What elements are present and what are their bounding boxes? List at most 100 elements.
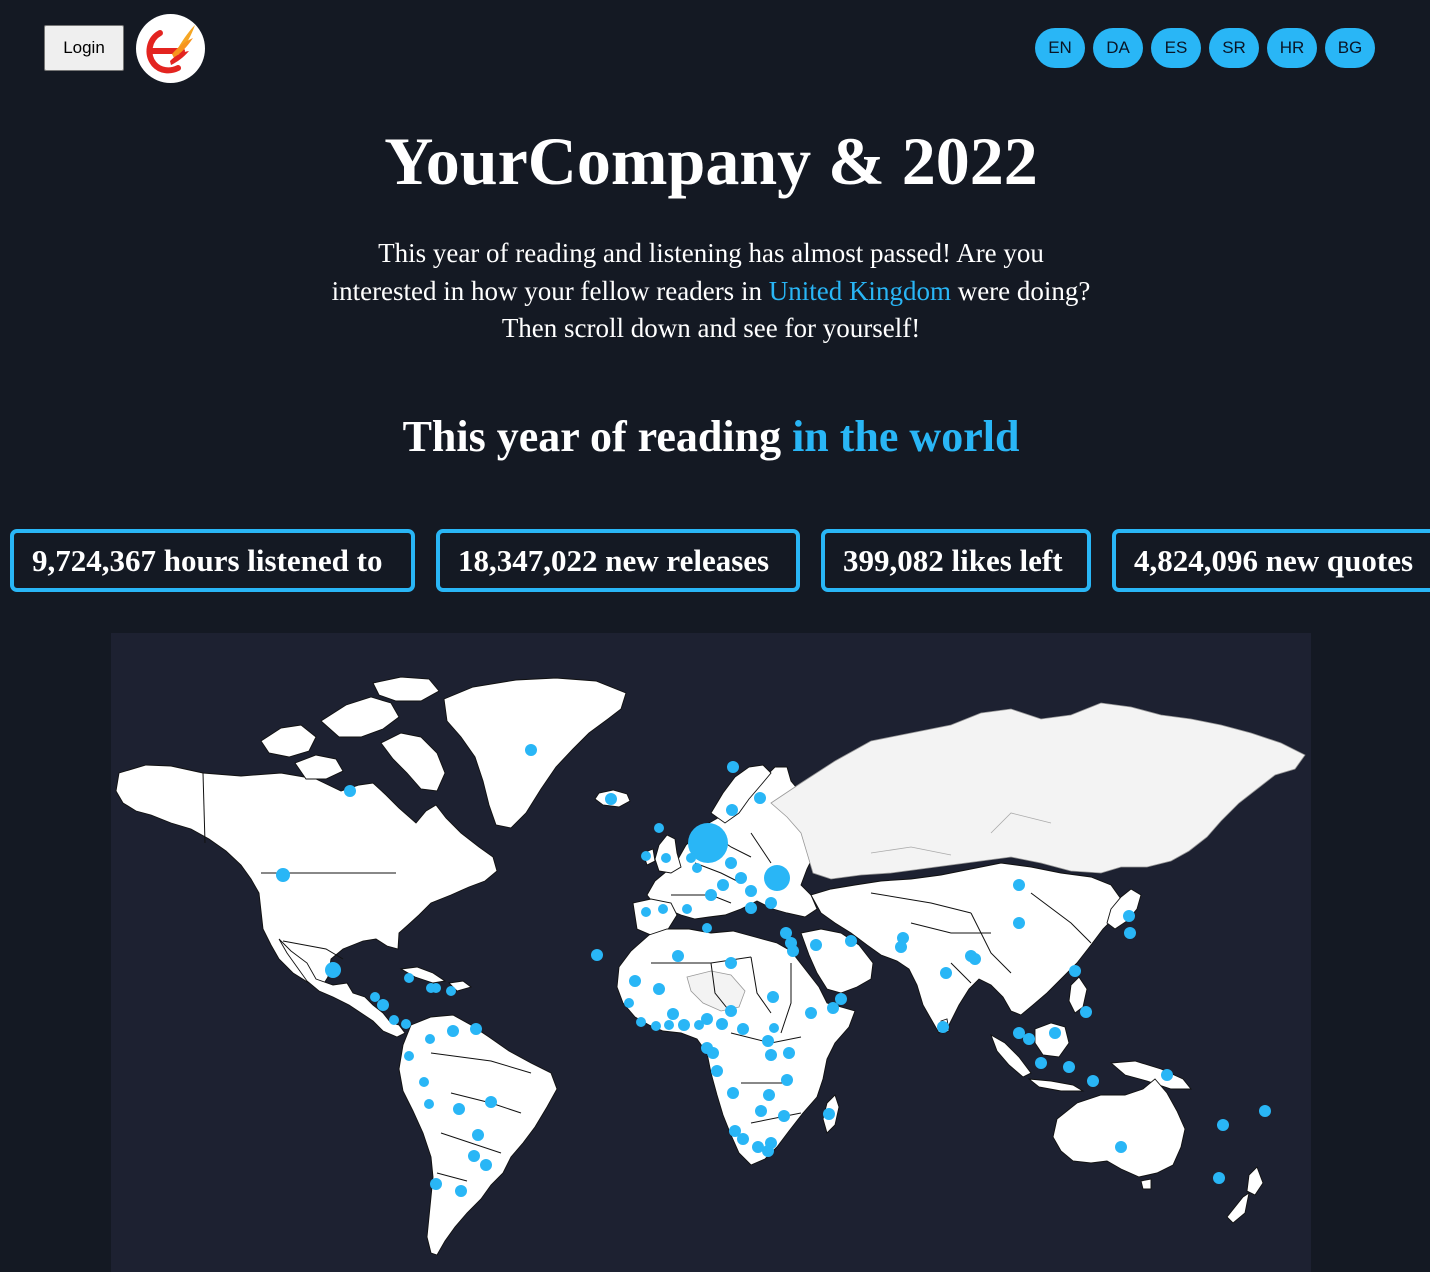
reader-location-dot — [805, 1007, 817, 1019]
reader-location-dot — [370, 992, 380, 1002]
lang-button-da[interactable]: DA — [1093, 28, 1143, 68]
login-button[interactable]: Login — [44, 25, 124, 71]
java — [1027, 1078, 1085, 1092]
reader-location-dot — [725, 857, 737, 869]
reader-location-dot — [682, 904, 692, 914]
reader-location-dot — [737, 1133, 749, 1145]
reader-location-dot — [1069, 965, 1081, 977]
reader-location-dot — [654, 823, 664, 833]
reader-location-dot — [485, 1096, 497, 1108]
reader-location-dot — [1013, 1027, 1025, 1039]
reader-location-dot — [651, 1021, 661, 1031]
reader-location-dot — [745, 885, 757, 897]
reader-location-dot — [769, 1023, 779, 1033]
reader-location-dot — [835, 993, 847, 1005]
reader-location-dot — [737, 1023, 749, 1035]
reader-location-dot — [1123, 910, 1135, 922]
reader-location-dot — [404, 973, 414, 983]
arctic-islands-4 — [294, 754, 344, 780]
reader-location-dot — [735, 872, 747, 884]
reader-location-dot — [455, 1185, 467, 1197]
reader-location-dot — [389, 1015, 399, 1025]
reader-location-dot — [658, 904, 668, 914]
reader-location-dot — [470, 1023, 482, 1035]
reader-location-dot — [725, 1005, 737, 1017]
tasmania — [1140, 1178, 1152, 1190]
reader-location-dot — [781, 1074, 793, 1086]
reader-location-dot — [678, 1019, 690, 1031]
reader-location-dot — [430, 1178, 442, 1190]
reader-location-dot — [447, 1025, 459, 1037]
reader-location-dot — [767, 991, 779, 1003]
world-map — [111, 633, 1311, 1272]
reader-location-dot — [404, 1051, 414, 1061]
reader-location-dot — [325, 962, 341, 978]
bird-logo-icon[interactable] — [136, 14, 205, 83]
lang-button-bg[interactable]: BG — [1325, 28, 1375, 68]
reader-location-dot — [727, 761, 739, 773]
stat-new-quotes: 4,824,096 new quotes — [1112, 529, 1430, 592]
reader-location-dot — [401, 1019, 411, 1029]
reader-location-dot — [969, 953, 981, 965]
reader-location-dot — [446, 986, 456, 996]
reader-location-dot — [745, 902, 757, 914]
page-title: YourCompany & 2022 — [384, 123, 1038, 199]
reader-location-dot — [667, 1008, 679, 1020]
reader-location-dot — [725, 957, 737, 969]
australia — [1052, 1078, 1186, 1178]
arctic-islands-3 — [372, 676, 440, 702]
reader-location-dot — [940, 967, 952, 979]
reader-location-dot — [468, 1150, 480, 1162]
reader-location-dot — [763, 1089, 775, 1101]
reader-location-dot — [641, 851, 651, 861]
lang-button-es[interactable]: ES — [1151, 28, 1201, 68]
world-heading-main: This year of reading — [402, 412, 793, 461]
intro-text: This year of reading and listening has a… — [325, 235, 1097, 348]
reader-location-dot — [1035, 1057, 1047, 1069]
lang-button-hr[interactable]: HR — [1267, 28, 1317, 68]
new-zealand-north — [1246, 1166, 1264, 1196]
reader-location-dot — [472, 1129, 484, 1141]
reader-location-dot — [653, 983, 665, 995]
world-heading-highlight: in the world — [792, 412, 1020, 461]
reader-location-dot — [605, 793, 617, 805]
reader-location-dot — [765, 897, 777, 909]
reader-location-dot — [783, 1047, 795, 1059]
reader-location-dot — [686, 853, 696, 863]
arctic-islands-2 — [320, 696, 400, 738]
reader-location-dot — [755, 1105, 767, 1117]
reader-location-dot — [764, 865, 790, 891]
language-switcher: EN DA ES SR HR BG — [1035, 28, 1375, 68]
reader-location-dot — [1217, 1119, 1229, 1131]
reader-location-dot — [707, 1047, 719, 1059]
reader-location-dot — [845, 935, 857, 947]
reader-location-dot — [661, 853, 671, 863]
reader-location-dot — [705, 889, 717, 901]
reader-location-dot — [762, 1035, 774, 1047]
reader-location-dot — [453, 1103, 465, 1115]
reader-location-dot — [480, 1159, 492, 1171]
new-zealand-south — [1226, 1192, 1250, 1224]
world-section-heading: This year of reading in the world — [0, 406, 1422, 468]
reader-location-dot — [1259, 1105, 1271, 1117]
lang-button-sr[interactable]: SR — [1209, 28, 1259, 68]
stat-new-releases: 18,347,022 new releases — [436, 529, 800, 592]
reader-location-dot — [827, 1002, 839, 1014]
reader-location-dot — [726, 804, 738, 816]
lang-button-en[interactable]: EN — [1035, 28, 1085, 68]
reader-location-dot — [823, 1108, 835, 1120]
reader-location-dot — [701, 1013, 713, 1025]
stat-hours-listened: 9,724,367 hours listened to — [10, 529, 415, 592]
reader-location-dot — [672, 950, 684, 962]
reader-location-dot — [717, 879, 729, 891]
reader-location-dot — [897, 932, 909, 944]
reader-location-dot — [629, 975, 641, 987]
russia — [770, 702, 1306, 880]
land-masses — [115, 676, 1306, 1256]
reader-location-dot — [624, 998, 634, 1008]
reader-location-dot — [1087, 1075, 1099, 1087]
reader-location-dot — [664, 1020, 674, 1030]
reader-location-dot — [424, 1099, 434, 1109]
arctic-islands-1 — [260, 724, 317, 758]
reader-location-dot — [636, 1017, 646, 1027]
